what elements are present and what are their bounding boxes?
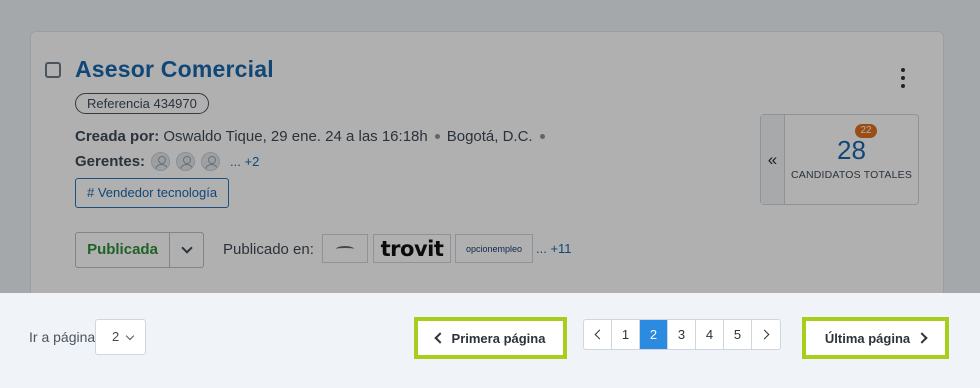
first-page-label: Primera página: [451, 330, 546, 346]
chevron-right-icon: [759, 329, 770, 340]
goto-page-select[interactable]: 2: [95, 319, 146, 355]
next-page-button[interactable]: [752, 320, 780, 349]
job-card-area: Asesor Comercial Referencia 434970 Cread…: [0, 0, 980, 293]
page-button-5[interactable]: 5: [724, 320, 752, 349]
goto-page-value: 2: [112, 329, 120, 344]
page-button-1[interactable]: 1: [612, 320, 640, 349]
chevron-right-icon: [916, 332, 928, 344]
page-button-3[interactable]: 3: [668, 320, 696, 349]
pagination-bar: Ir a página 2 Primera página 1 2 3 4 5 Ú…: [0, 293, 980, 388]
chevron-down-icon: [125, 331, 135, 341]
page-button-2[interactable]: 2: [640, 320, 668, 349]
modal-overlay: [0, 0, 980, 293]
page-button-4[interactable]: 4: [696, 320, 724, 349]
previous-page-button[interactable]: [584, 320, 612, 349]
last-page-button[interactable]: Última página: [802, 317, 949, 359]
chevron-left-icon: [433, 332, 446, 344]
goto-page-label: Ir a página: [29, 329, 96, 345]
page-numbers: 1 2 3 4 5: [583, 319, 781, 350]
chevron-left-icon: [594, 329, 604, 340]
last-page-label: Última página: [824, 330, 911, 346]
first-page-button[interactable]: Primera página: [414, 317, 567, 359]
